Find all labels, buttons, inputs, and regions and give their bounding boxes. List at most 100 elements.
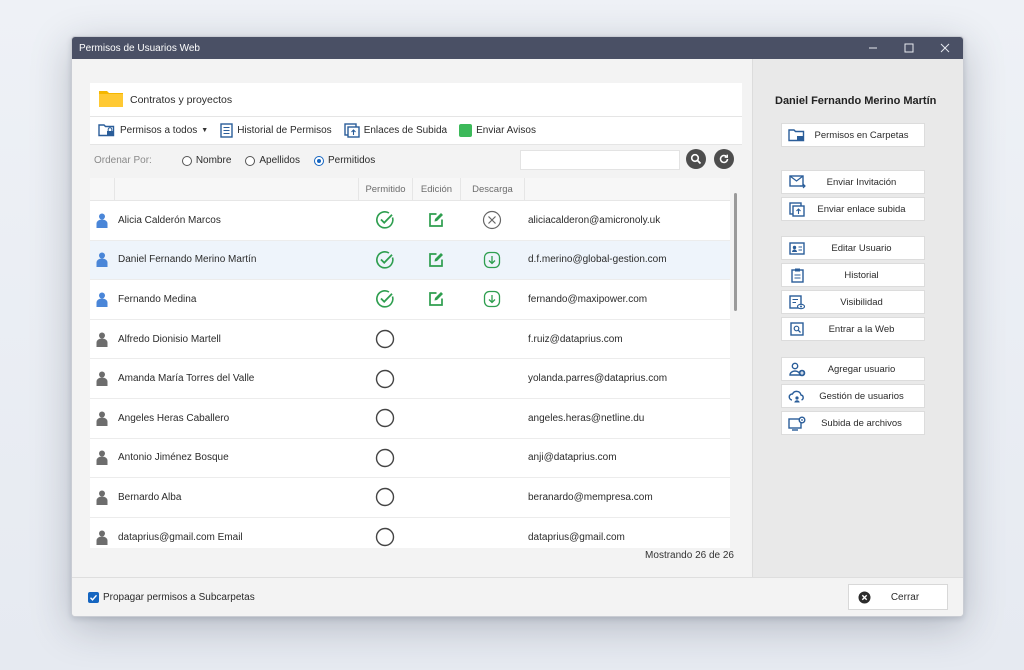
- user-name: dataprius@gmail.com Email: [118, 531, 243, 543]
- header-email-col: [524, 178, 730, 200]
- propagar-label: Propagar permisos a Subcarpetas: [103, 592, 255, 603]
- cloud-users-icon: [785, 389, 809, 403]
- user-email: f.ruiz@dataprius.com: [528, 333, 623, 345]
- permisos-carpetas-button[interactable]: Permisos en Carpetas: [781, 123, 925, 147]
- user-icon: [96, 213, 108, 228]
- agregar-usuario-button[interactable]: Agregar usuario: [781, 357, 925, 381]
- enlaces-subida-button[interactable]: Enlaces de Subida: [343, 123, 447, 138]
- permitido-toggle[interactable]: [358, 210, 412, 230]
- unchecked-circle-icon: [375, 527, 395, 547]
- cerrar-button[interactable]: Cerrar: [848, 584, 948, 610]
- user-actions-panel: Daniel Fernando Merino Martín Permisos e…: [752, 59, 963, 577]
- descarga-toggle[interactable]: [460, 251, 524, 269]
- user-icon: [96, 450, 108, 466]
- visibilidad-button[interactable]: Visibilidad: [781, 290, 925, 314]
- maximize-button[interactable]: [891, 37, 927, 59]
- folder-name: Contratos y proyectos: [130, 93, 233, 106]
- editar-usuario-label: Editar Usuario: [831, 242, 892, 254]
- table-scrollbar[interactable]: [734, 193, 737, 311]
- enviar-enlace-label: Enviar enlace subida: [817, 203, 906, 215]
- propagar-checkbox[interactable]: Propagar permisos a Subcarpetas: [88, 592, 255, 603]
- permitido-toggle[interactable]: [358, 250, 412, 270]
- table-row[interactable]: Angeles Heras Caballero angeles.heras@net…: [90, 399, 730, 439]
- close-icon: [940, 43, 950, 53]
- table-row[interactable]: Alicia Calderón Marcos aliciacalderon@ami…: [90, 201, 730, 241]
- close-window-button[interactable]: [927, 37, 963, 59]
- refresh-icon: [719, 154, 729, 164]
- edicion-toggle[interactable]: [412, 212, 460, 228]
- table-row[interactable]: dataprius@gmail.com Email dataprius@gmail…: [90, 518, 730, 548]
- gestion-usuarios-label: Gestión de usuarios: [819, 390, 904, 402]
- user-name: Antonio Jiménez Bosque: [118, 452, 229, 464]
- user-email: aliciacalderon@amicronoly.uk: [528, 214, 661, 226]
- enviar-avisos-button[interactable]: Enviar Avisos: [459, 124, 536, 137]
- table-row[interactable]: Daniel Fernando Merino Martín d.f.merino@…: [90, 240, 730, 281]
- permissions-window: Permisos de Usuarios Web Contratos y pro…: [71, 36, 964, 617]
- unchecked-circle-icon: [375, 329, 395, 349]
- permitido-toggle[interactable]: [358, 408, 412, 428]
- table-row[interactable]: Bernardo Alba beranardo@mempresa.com: [90, 478, 730, 518]
- search-icon: [690, 153, 702, 165]
- denied-circle-icon: [482, 211, 502, 230]
- table-header: Permitido Edición Descarga: [90, 178, 730, 201]
- permitido-toggle[interactable]: [358, 329, 412, 349]
- edit-icon: [429, 292, 443, 307]
- header-edicion[interactable]: Edición: [412, 178, 460, 200]
- user-email: angeles.heras@netline.du: [528, 412, 645, 424]
- table-row[interactable]: Fernando Medina fernando@maxipower.com: [90, 280, 730, 320]
- descarga-toggle[interactable]: [460, 290, 524, 308]
- unchecked-circle-icon: [375, 488, 395, 507]
- table-body: Alicia Calderón Marcos aliciacalderon@ami…: [90, 201, 730, 548]
- sort-nombre-radio[interactable]: Nombre: [181, 155, 231, 166]
- header-descarga[interactable]: Descarga: [460, 178, 524, 200]
- search-button[interactable]: [686, 149, 706, 169]
- header-name-col: [114, 178, 358, 200]
- descarga-toggle[interactable]: [460, 210, 524, 230]
- enviar-enlace-button[interactable]: Enviar enlace subida: [781, 197, 925, 221]
- edicion-toggle[interactable]: [412, 291, 460, 307]
- edit-icon: [429, 213, 443, 228]
- user-card-icon: [785, 241, 809, 255]
- enviar-invitacion-label: Enviar Invitación: [826, 176, 897, 188]
- user-email: anji@dataprius.com: [528, 452, 617, 464]
- check-circle-icon: [376, 290, 394, 309]
- notification-square-icon: [459, 124, 473, 137]
- user-icon: [96, 371, 108, 387]
- permissions-panel: Contratos y proyectos Permisos a todos ▼…: [90, 83, 742, 561]
- historial-permisos-button[interactable]: Historial de Permisos: [220, 123, 332, 138]
- table-row[interactable]: Antonio Jiménez Bosque anji@dataprius.com: [90, 439, 730, 479]
- title-bar[interactable]: Permisos de Usuarios Web: [72, 37, 963, 59]
- table-row[interactable]: Amanda María Torres del Valle yolanda.par…: [90, 359, 730, 399]
- permitido-toggle[interactable]: [358, 487, 412, 507]
- permitido-toggle[interactable]: [358, 448, 412, 468]
- historial-button[interactable]: Historial: [781, 263, 925, 287]
- enviar-invitacion-button[interactable]: Enviar Invitación: [781, 170, 925, 194]
- permitido-toggle[interactable]: [358, 527, 412, 547]
- editar-usuario-button[interactable]: Editar Usuario: [781, 236, 925, 260]
- radio-indicator-selected: [313, 155, 324, 166]
- entrar-web-button[interactable]: Entrar a la Web: [781, 317, 925, 341]
- dialog-footer: Propagar permisos a Subcarpetas Cerrar: [72, 577, 963, 616]
- user-email: fernando@maxipower.com: [528, 293, 648, 305]
- folder-lock-icon: [98, 123, 116, 138]
- user-icon-cell: [90, 332, 114, 347]
- search-input[interactable]: [520, 150, 680, 170]
- maximize-icon: [904, 43, 914, 53]
- edicion-toggle[interactable]: [412, 252, 460, 268]
- subida-archivos-button[interactable]: Subida de archivos: [781, 411, 925, 435]
- sort-permitidos-radio[interactable]: Permitidos: [313, 155, 375, 166]
- user-icon: [96, 530, 108, 545]
- permitido-toggle[interactable]: [358, 289, 412, 309]
- selected-user-name: Daniel Fernando Merino Martín: [775, 95, 937, 107]
- avisos-label: Enviar Avisos: [476, 125, 536, 136]
- user-icon-cell: [90, 450, 114, 466]
- table-row[interactable]: Alfredo Dionisio Martell f.ruiz@dataprius…: [90, 320, 730, 360]
- permisos-todos-button[interactable]: Permisos a todos ▼: [98, 123, 208, 138]
- minimize-button[interactable]: [855, 37, 891, 59]
- gestion-usuarios-button[interactable]: Gestión de usuarios: [781, 384, 925, 408]
- refresh-button[interactable]: [714, 149, 734, 169]
- header-permitido[interactable]: Permitido: [358, 178, 412, 200]
- edit-icon: [429, 252, 443, 267]
- permitido-toggle[interactable]: [358, 369, 412, 389]
- sort-apellidos-radio[interactable]: Apellidos: [245, 155, 300, 166]
